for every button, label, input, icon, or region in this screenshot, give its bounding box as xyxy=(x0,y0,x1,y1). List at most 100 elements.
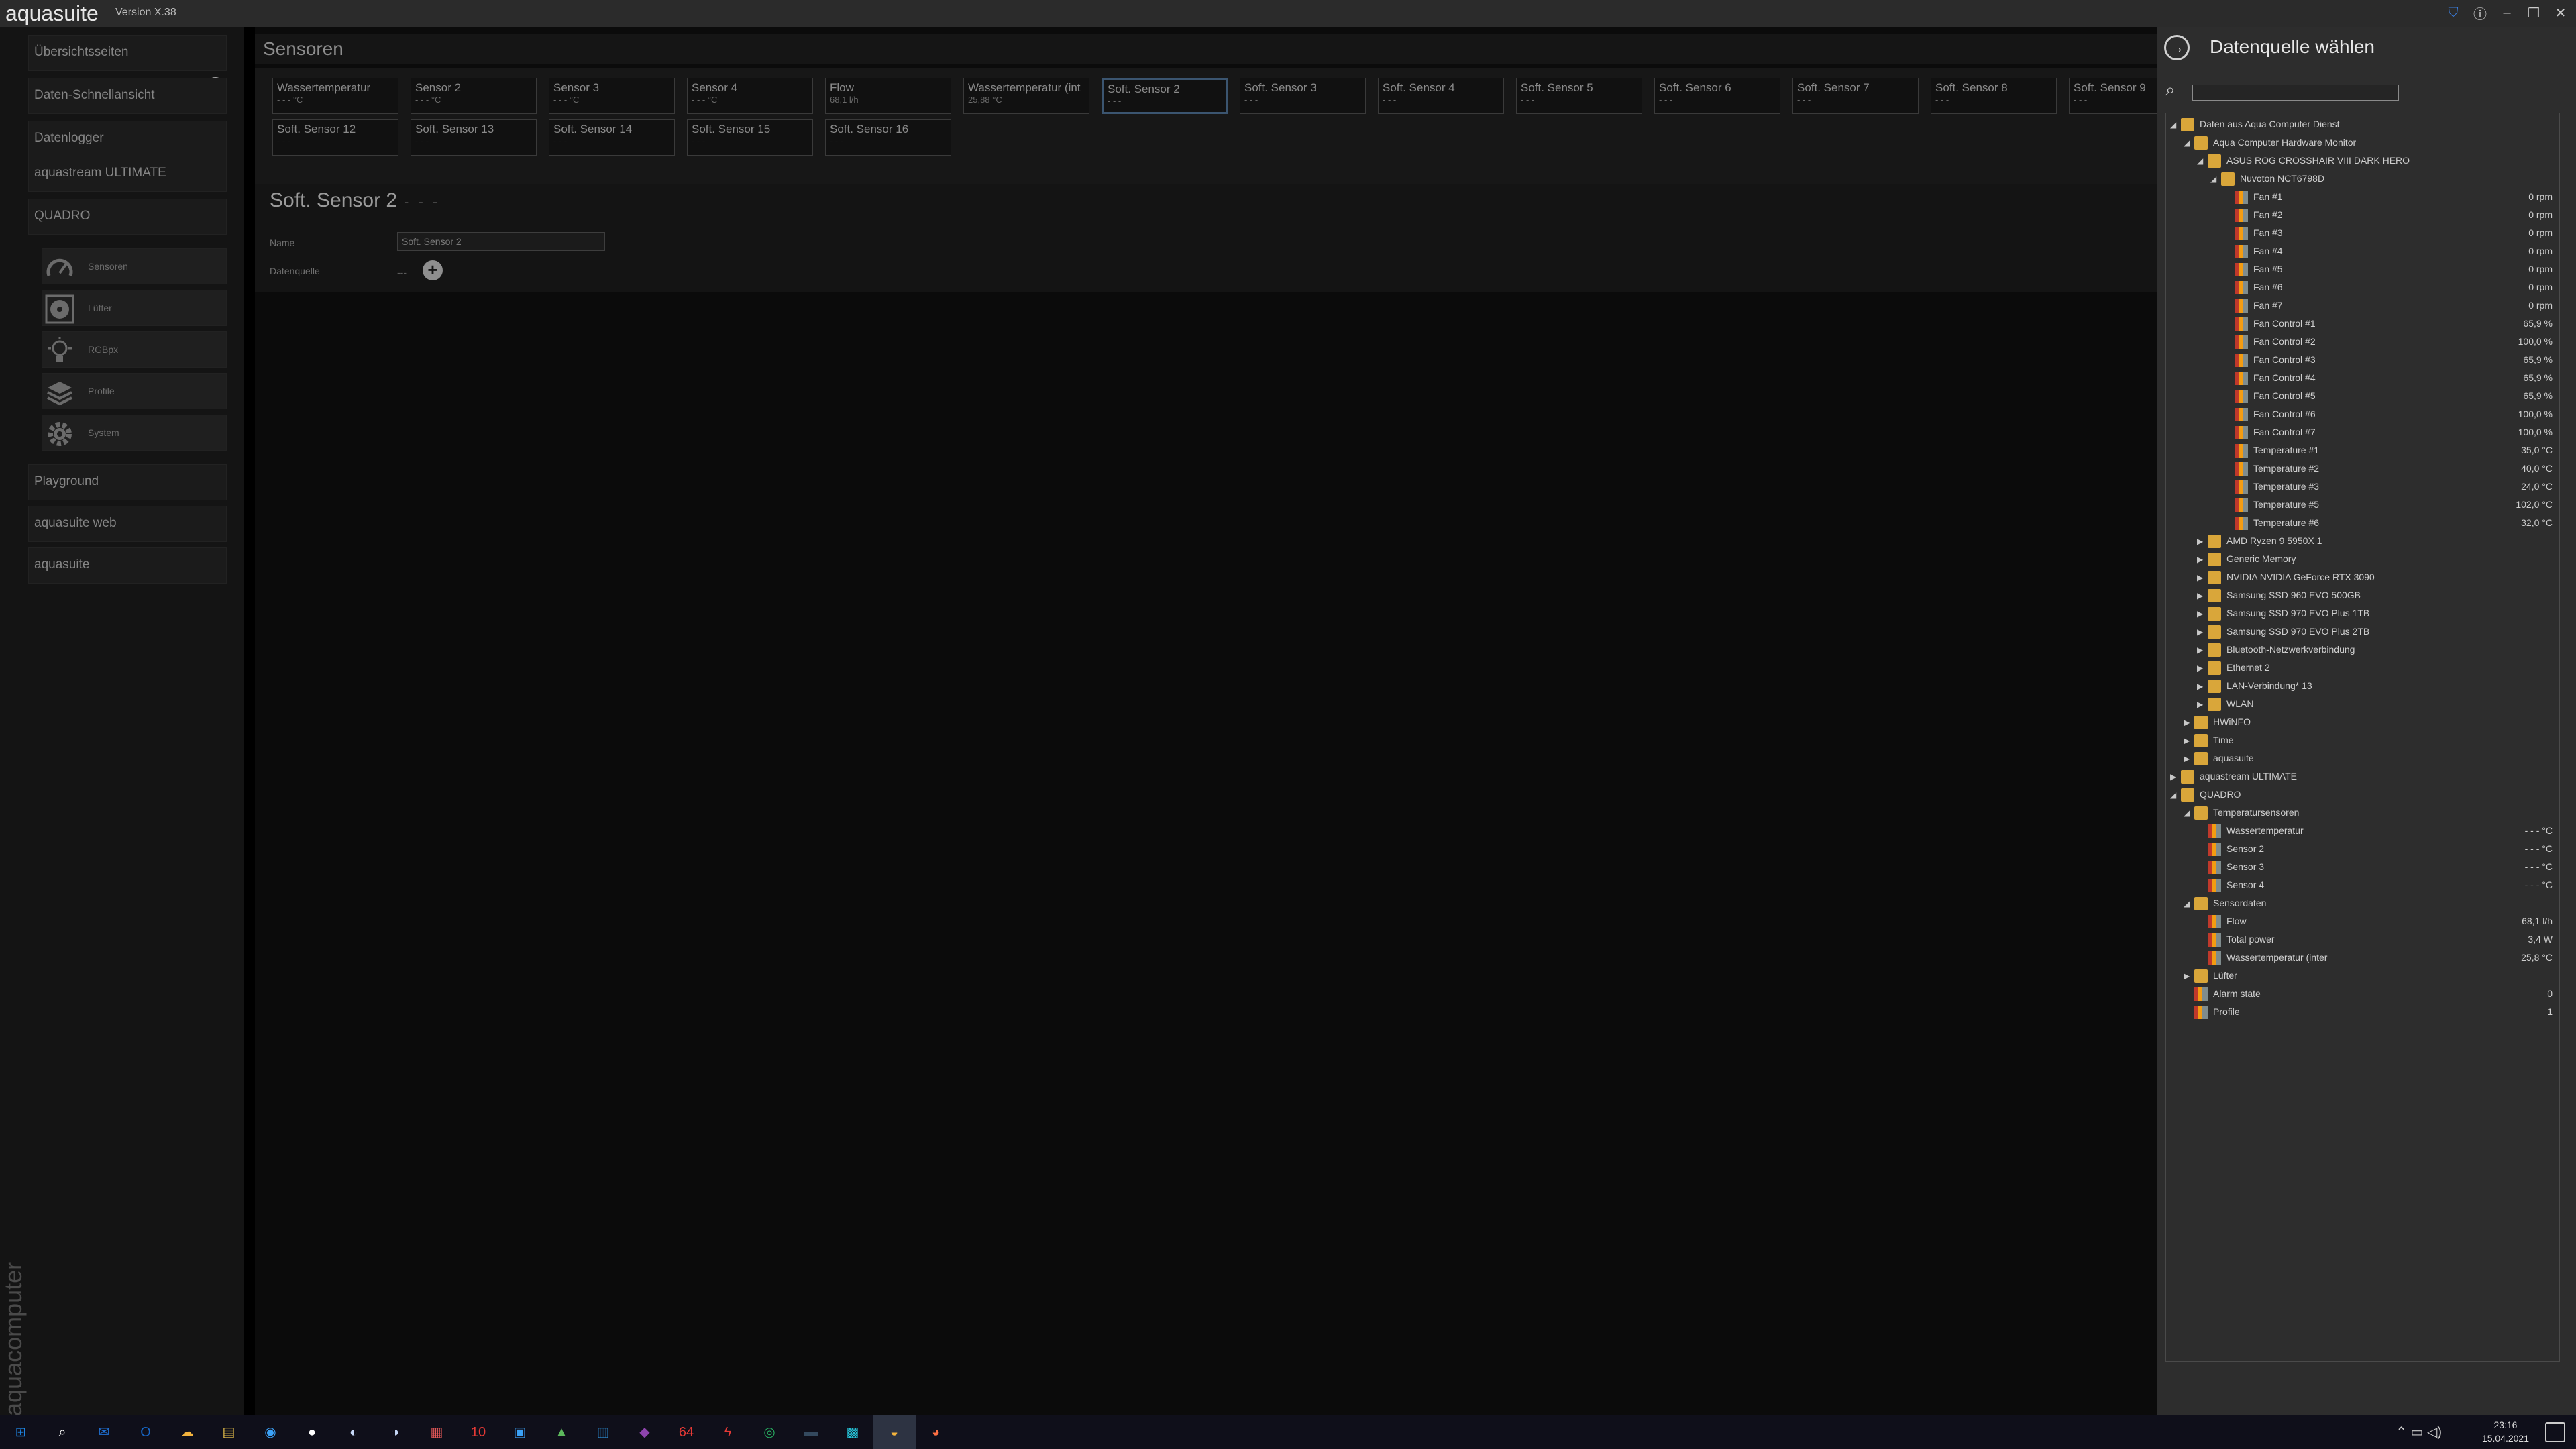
nav-playground[interactable]: Playground xyxy=(28,464,227,500)
sensor-tile[interactable]: Soft. Sensor 12- - - xyxy=(272,119,398,156)
add-datasource-button[interactable]: + xyxy=(423,260,443,280)
tree-folder[interactable]: ◢ QUADRO xyxy=(2166,786,2559,804)
weather-icon[interactable]: ☁ xyxy=(176,1421,199,1444)
collapse-arrow-icon[interactable]: ◢ xyxy=(2170,120,2176,129)
tree-sensor[interactable]: Fan #3 0 rpm xyxy=(2166,225,2559,243)
expand-arrow-icon[interactable]: ▶ xyxy=(2184,754,2190,763)
info-icon[interactable]: ⓘ xyxy=(2470,3,2490,23)
tree-sensor[interactable]: Total power 3,4 W xyxy=(2166,931,2559,949)
sensor-tile[interactable]: Sensor 2- - - °C xyxy=(411,78,537,114)
app-icon-11[interactable]: ϟ xyxy=(716,1421,739,1444)
app-icon-7[interactable]: ▲ xyxy=(550,1421,573,1444)
quadro-sensors[interactable]: Sensoren xyxy=(42,248,227,284)
tree-sensor[interactable]: Fan #1 0 rpm xyxy=(2166,189,2559,207)
sensor-tile[interactable]: Soft. Sensor 4- - - xyxy=(1378,78,1504,114)
tree-sensor[interactable]: Temperature #1 35,0 °C xyxy=(2166,442,2559,460)
tree-folder[interactable]: ◢ Nuvoton NCT6798D xyxy=(2166,170,2559,189)
tree-sensor[interactable]: Fan #6 0 rpm xyxy=(2166,279,2559,297)
sensor-tile[interactable]: Sensor 3- - - °C xyxy=(549,78,675,114)
search-input[interactable] xyxy=(2192,85,2399,101)
tree-sensor[interactable]: Fan Control #1 65,9 % xyxy=(2166,315,2559,333)
collapse-arrow-icon[interactable]: ◢ xyxy=(2184,808,2190,818)
tree-sensor[interactable]: Sensor 2 - - - °C xyxy=(2166,841,2559,859)
start-icon[interactable]: ⊞ xyxy=(9,1421,32,1444)
tree-folder[interactable]: ◢ Aqua Computer Hardware Monitor xyxy=(2166,134,2559,152)
expand-arrow-icon[interactable]: ▶ xyxy=(2197,591,2203,600)
sensor-tile[interactable]: Soft. Sensor 7- - - xyxy=(1792,78,1919,114)
sensor-tile[interactable]: Soft. Sensor 16- - - xyxy=(825,119,951,156)
tree-folder[interactable]: ◢ Sensordaten xyxy=(2166,895,2559,913)
sensor-tile[interactable]: Soft. Sensor 5- - - xyxy=(1516,78,1642,114)
tree-sensor[interactable]: Sensor 4 - - - °C xyxy=(2166,877,2559,895)
explorer-icon[interactable]: ▤ xyxy=(217,1421,240,1444)
quadro-rgbpx[interactable]: RGBpx xyxy=(42,331,227,368)
expand-arrow-icon[interactable]: ▶ xyxy=(2170,772,2176,782)
nav-aquasuite[interactable]: aquasuite xyxy=(28,547,227,584)
name-input[interactable] xyxy=(397,232,605,251)
sensor-tile[interactable]: Flow 68,1 l/h xyxy=(825,78,951,114)
expand-arrow-icon[interactable]: ▶ xyxy=(2184,971,2190,981)
tree-folder[interactable]: ▶ HWiNFO xyxy=(2166,714,2559,732)
tree-folder[interactable]: ▶ Samsung SSD 970 EVO Plus 2TB xyxy=(2166,623,2559,641)
sensor-tile[interactable]: Soft. Sensor 2- - - xyxy=(1102,78,1228,114)
sensor-tile[interactable]: Soft. Sensor 13- - - xyxy=(411,119,537,156)
tree-folder[interactable]: ▶ Ethernet 2 xyxy=(2166,659,2559,678)
tree-folder[interactable]: ▶ Lüfter xyxy=(2166,967,2559,985)
tree-sensor[interactable]: Fan #5 0 rpm xyxy=(2166,261,2559,279)
sensor-tile[interactable]: Soft. Sensor 8- - - xyxy=(1931,78,2057,114)
tree-sensor[interactable]: Sensor 3 - - - °C xyxy=(2166,859,2559,877)
quadro-profiles[interactable]: Profile xyxy=(42,373,227,409)
sensor-tile[interactable]: Sensor 4- - - °C xyxy=(687,78,813,114)
tree-sensor[interactable]: Fan #2 0 rpm xyxy=(2166,207,2559,225)
expand-arrow-icon[interactable]: ▶ xyxy=(2197,573,2203,582)
tree-folder[interactable]: ▶ Samsung SSD 970 EVO Plus 1TB xyxy=(2166,605,2559,623)
tree-sensor[interactable]: Temperature #5 102,0 °C xyxy=(2166,496,2559,515)
clock[interactable]: 23:16 15.04.2021 xyxy=(2482,1418,2529,1445)
mail-icon[interactable]: ✉ xyxy=(93,1421,115,1444)
expand-arrow-icon[interactable]: ▶ xyxy=(2197,663,2203,673)
tree-folder[interactable]: ▶ WLAN xyxy=(2166,696,2559,714)
app-icon-14[interactable]: ▩ xyxy=(841,1421,864,1444)
tree-folder[interactable]: ◢ Temperatursensoren xyxy=(2166,804,2559,822)
system-tray[interactable]: ⌃ ▭ ◁) xyxy=(2396,1424,2442,1440)
sensor-tile[interactable]: Soft. Sensor 3- - - xyxy=(1240,78,1366,114)
search-icon[interactable]: ⌕ xyxy=(51,1421,74,1444)
app-icon-4[interactable]: ▦ xyxy=(425,1421,448,1444)
tree-sensor[interactable]: Alarm state 0 xyxy=(2166,985,2559,1004)
tree-sensor[interactable]: Flow 68,1 l/h xyxy=(2166,913,2559,931)
expand-arrow-icon[interactable]: ▶ xyxy=(2184,736,2190,745)
nav-aquastream[interactable]: aquastream ULTIMATE xyxy=(28,156,227,192)
app-icon-8[interactable]: ▥ xyxy=(592,1421,614,1444)
expand-arrow-icon[interactable]: ▶ xyxy=(2197,555,2203,564)
tree-folder[interactable]: ▶ aquasuite xyxy=(2166,750,2559,768)
notification-icon[interactable] xyxy=(2545,1422,2565,1442)
tree-sensor[interactable]: Fan #4 0 rpm xyxy=(2166,243,2559,261)
minimize-button[interactable]: – xyxy=(2497,3,2517,23)
close-button[interactable]: ✕ xyxy=(2551,3,2571,23)
collapse-arrow-icon[interactable]: ◢ xyxy=(2184,899,2190,908)
collapse-arrow-icon[interactable]: ◢ xyxy=(2210,174,2216,184)
tree-sensor[interactable]: Temperature #2 40,0 °C xyxy=(2166,460,2559,478)
tree-folder[interactable]: ▶ Generic Memory xyxy=(2166,551,2559,569)
expand-arrow-icon[interactable]: ▶ xyxy=(2197,537,2203,546)
quadro-fans[interactable]: Lüfter xyxy=(42,290,227,326)
app-icon-10[interactable]: 64 xyxy=(675,1421,698,1444)
app-icon-3[interactable]: ◑ xyxy=(384,1421,407,1444)
nav-quadro[interactable]: QUADRO xyxy=(28,199,227,235)
sensor-tile[interactable]: Soft. Sensor 15- - - xyxy=(687,119,813,156)
tree-sensor[interactable]: Profile 1 xyxy=(2166,1004,2559,1022)
tree-sensor[interactable]: Fan Control #6 100,0 % xyxy=(2166,406,2559,424)
expand-arrow-icon[interactable]: ▶ xyxy=(2197,627,2203,637)
sensor-tile[interactable]: Soft. Sensor 6- - - xyxy=(1654,78,1780,114)
tree-sensor[interactable]: Fan Control #7 100,0 % xyxy=(2166,424,2559,442)
tree-folder[interactable]: ▶ aquastream ULTIMATE xyxy=(2166,768,2559,786)
tree-sensor[interactable]: Fan Control #3 65,9 % xyxy=(2166,352,2559,370)
tree-sensor[interactable]: Wassertemperatur (inter 25,8 °C xyxy=(2166,949,2559,967)
back-arrow-icon[interactable]: → xyxy=(2164,35,2190,60)
tree-folder[interactable]: ▶ Time xyxy=(2166,732,2559,750)
nav-aquasuite-web[interactable]: aquasuite web xyxy=(28,506,227,542)
app-icon-5[interactable]: 10 xyxy=(467,1421,490,1444)
collapse-arrow-icon[interactable]: ◢ xyxy=(2197,156,2203,166)
nav-datalogger[interactable]: Datenlogger xyxy=(28,121,227,157)
tree-folder[interactable]: ▶ NVIDIA NVIDIA GeForce RTX 3090 xyxy=(2166,569,2559,587)
